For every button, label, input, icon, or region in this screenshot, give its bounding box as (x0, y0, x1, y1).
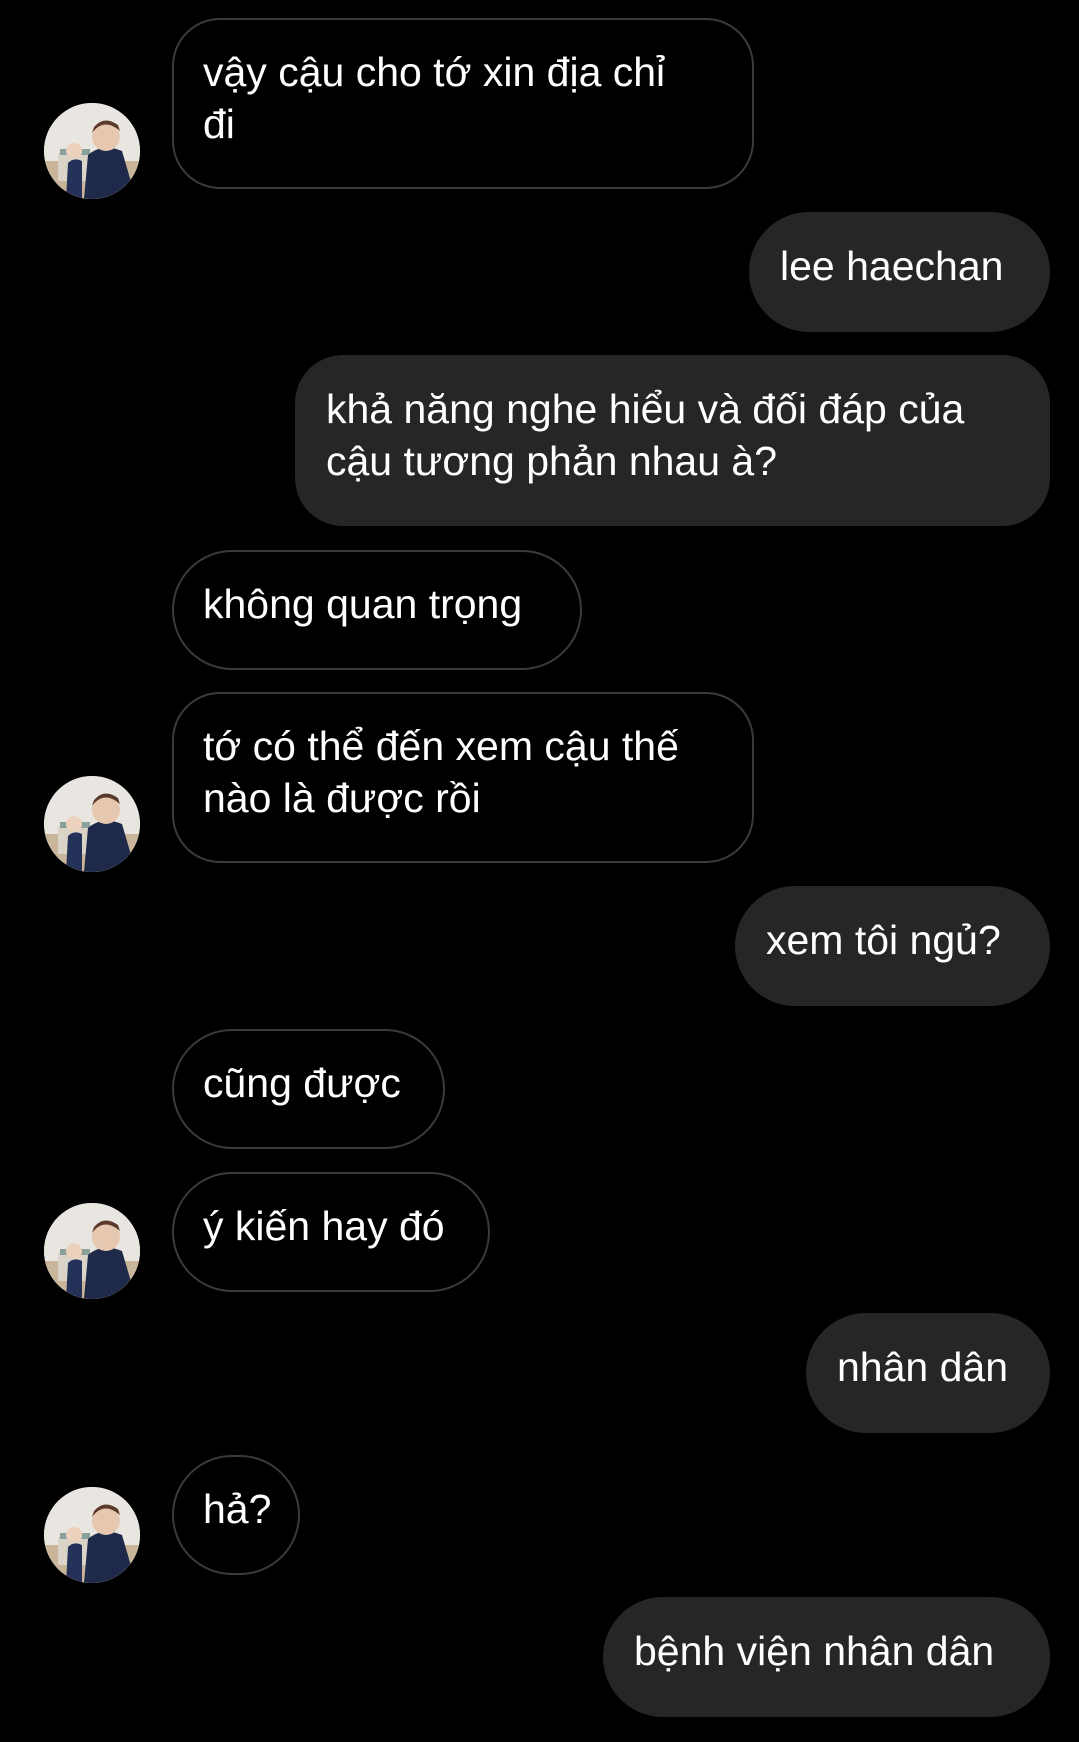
message-bubble-sent[interactable]: lee haechan (749, 212, 1050, 332)
message-bubble-sent[interactable]: bệnh viện nhân dân (603, 1597, 1050, 1717)
message-bubble-received[interactable]: tớ có thể đến xem cậu thế nào là được rồ… (172, 692, 754, 863)
avatar-photo-icon (44, 103, 140, 199)
message-bubble-sent[interactable]: khả năng nghe hiểu và đối đáp của cậu tư… (295, 355, 1050, 526)
message-bubble-sent[interactable]: xem tôi ngủ? (735, 886, 1050, 1006)
message-bubble-received[interactable]: không quan trọng (172, 550, 582, 670)
avatar-photo-icon (44, 776, 140, 872)
contact-avatar[interactable] (44, 103, 140, 199)
contact-avatar[interactable] (44, 776, 140, 872)
avatar-photo-icon (44, 1487, 140, 1583)
avatar-photo-icon (44, 1203, 140, 1299)
contact-avatar[interactable] (44, 1487, 140, 1583)
message-bubble-received[interactable]: hả? (172, 1455, 300, 1575)
contact-avatar[interactable] (44, 1203, 140, 1299)
message-bubble-received[interactable]: cũng được (172, 1029, 445, 1149)
message-bubble-sent[interactable]: nhân dân (806, 1313, 1050, 1433)
message-bubble-received[interactable]: vậy cậu cho tớ xin địa chỉ đi (172, 18, 754, 189)
message-bubble-received[interactable]: ý kiến hay đó (172, 1172, 490, 1292)
chat-thread[interactable]: vậy cậu cho tớ xin địa chỉ đi lee haecha… (0, 0, 1079, 1742)
